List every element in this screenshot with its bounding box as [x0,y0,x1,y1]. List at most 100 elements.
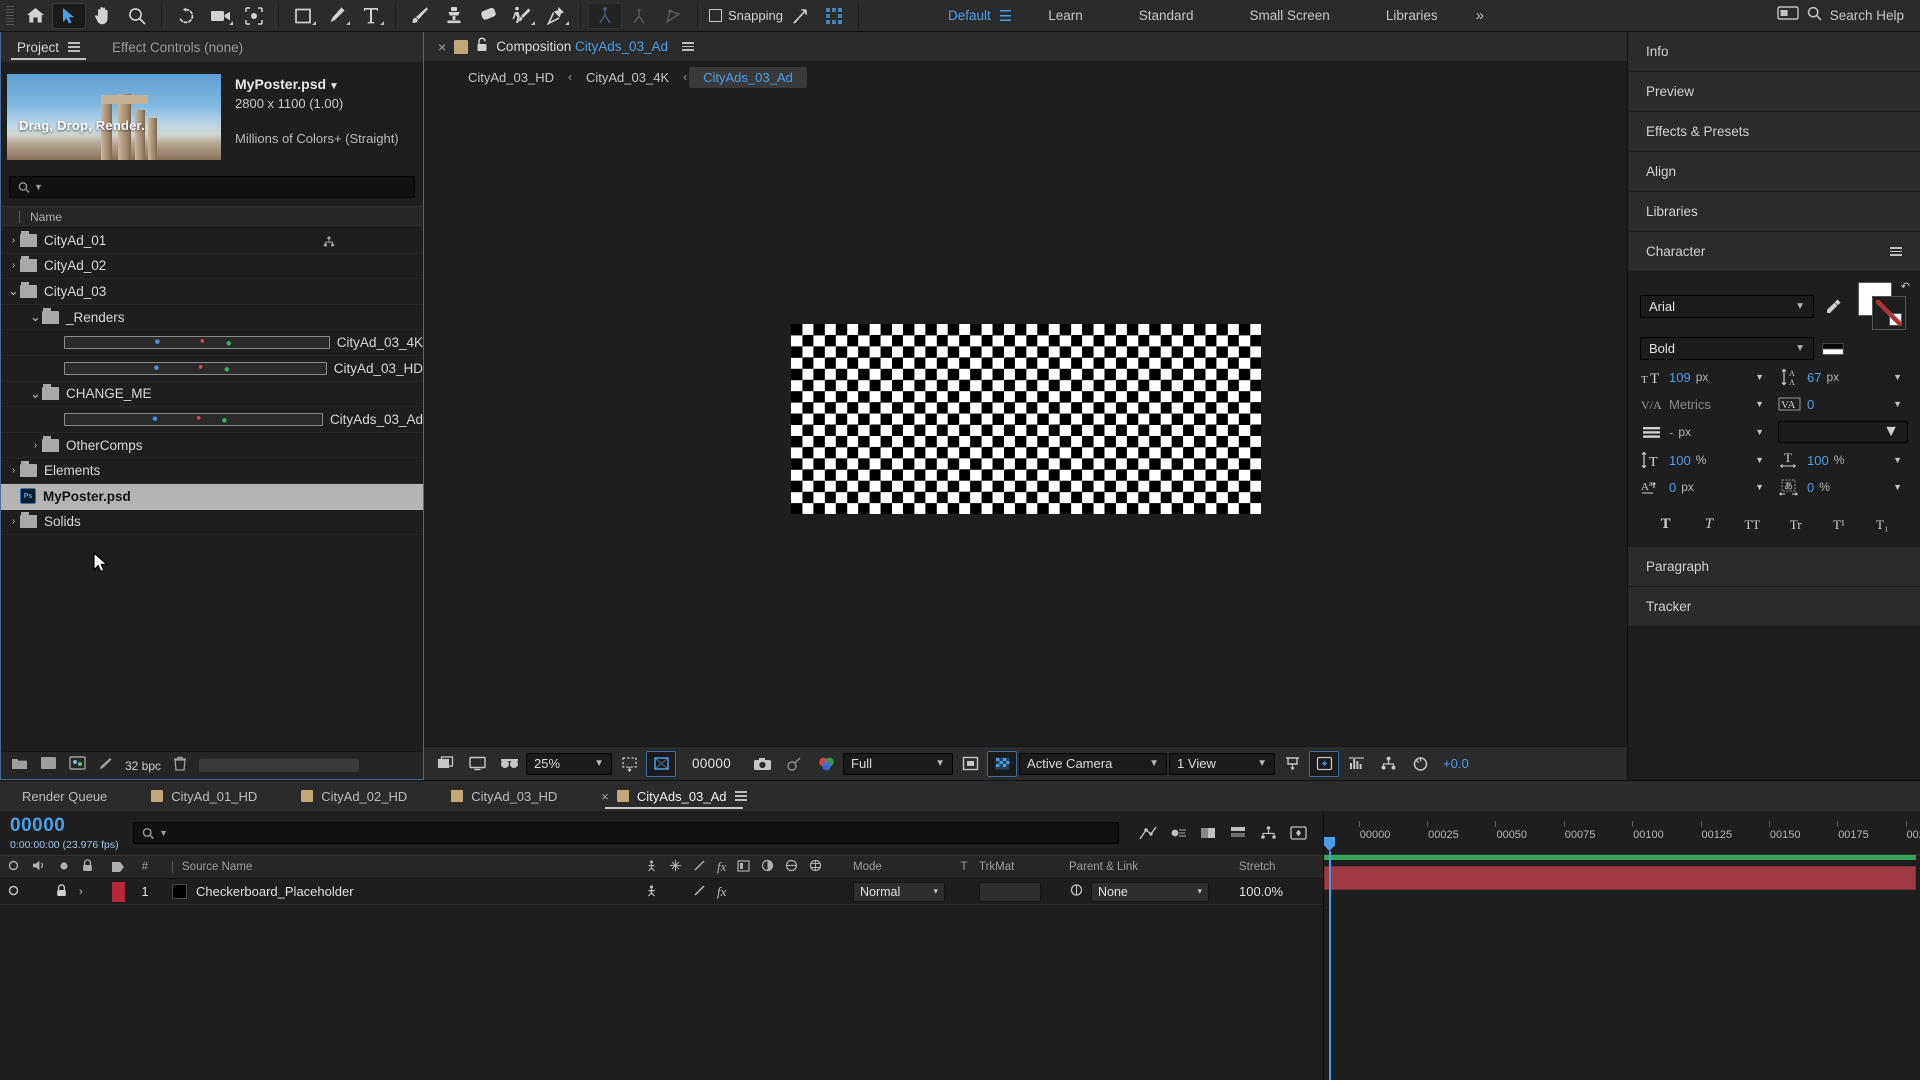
quality-icon[interactable] [693,859,706,875]
lock-icon[interactable] [476,37,488,57]
leading-field[interactable]: AA 67 px ▼ [1778,367,1908,387]
stroke-color-swatch[interactable] [1872,296,1906,330]
tsume-value[interactable]: 0 [1807,480,1814,495]
delete-icon[interactable] [173,756,187,776]
font-style-select[interactable]: Bold ▼ [1640,337,1814,360]
puppet-bend-icon[interactable] [656,3,690,29]
chevron-down-icon[interactable]: ▼ [1893,372,1908,382]
chevron-down-icon[interactable]: ⌄ [29,386,42,402]
small-caps-button[interactable]: Tr [1781,517,1811,533]
exposure-value[interactable]: +0.0 [1437,756,1469,771]
chevron-down-icon[interactable]: ▼ [1755,482,1770,492]
layer-parent-cell[interactable]: None ▾ [1059,879,1227,904]
lock-icon[interactable] [82,859,93,875]
breadcrumb-item-2[interactable]: CityAds_03_Ad [689,66,807,88]
adobe-stock-icon[interactable] [1777,5,1799,26]
chevron-down-icon[interactable]: ⌄ [29,309,42,325]
shy-switch-icon[interactable] [645,884,658,900]
video-visibility-icon[interactable] [7,884,20,900]
project-item-othercomps[interactable]: › OtherComps [1,433,423,459]
chevron-right-icon[interactable]: › [7,465,20,476]
adjustment-layer-icon[interactable] [785,859,798,875]
layer-stretch[interactable]: 100.0% [1227,879,1323,904]
font-size-value[interactable]: 109 [1669,370,1691,385]
new-folder-icon[interactable] [11,756,28,775]
reset-exposure-icon[interactable] [1405,751,1435,777]
tracking-value[interactable]: 0 [1807,397,1814,412]
table-row[interactable]: › 1 Checkerboard_Placeholder fx Normal ▾ None ▾… [0,879,1323,905]
chevron-down-icon[interactable]: ▼ [1893,482,1908,492]
effects-fx-icon[interactable]: fx [717,884,726,900]
baseline-shift-field[interactable]: Aa 0 px ▼ [1640,477,1770,497]
clone-stamp-tool-icon[interactable] [437,3,471,29]
kerning-value[interactable]: Metrics [1669,397,1711,412]
interpret-footage-icon[interactable] [98,756,113,776]
graph-editor-icon[interactable] [1133,820,1163,846]
panel-character-header[interactable]: Character [1628,232,1920,272]
panel-align[interactable]: Align [1628,152,1920,192]
chevron-right-icon[interactable]: › [7,516,20,527]
collapse-transformations-icon[interactable] [669,859,682,875]
tsume-field[interactable]: あ 0 % ▼ [1778,477,1908,497]
column-header-stretch[interactable]: Stretch [1227,856,1323,878]
shy-switch-icon[interactable] [645,859,658,875]
motion-blur-switch-icon[interactable] [761,859,774,875]
selection-tool-icon[interactable] [52,2,86,29]
viewer-monitor-icon[interactable] [462,751,492,777]
current-time-display[interactable]: 00000 0:00:00:00 (23.976 fps) [10,815,119,851]
workspace-menu-icon[interactable]: ☰ [999,7,1012,25]
project-search-input[interactable] [46,180,406,194]
camera-select[interactable]: Active Camera ▼ [1019,752,1168,775]
chevron-down-icon[interactable]: ▼ [1755,455,1770,465]
column-header-trkmat[interactable]: TrkMat [973,856,1059,878]
shy-layers-icon[interactable] [1223,820,1253,846]
show-snapshot-icon[interactable] [779,751,809,777]
breadcrumb-item-1[interactable]: CityAd_03_4K [574,68,681,87]
composition-panel-menu-icon[interactable] [682,40,695,54]
character-panel-menu-icon[interactable] [1890,245,1902,259]
toggle-transparency-icon[interactable] [987,750,1018,777]
timeline-tab-cityad-02-hd[interactable]: CityAd_02_HD [279,781,429,811]
roto-brush-tool-icon[interactable] [505,3,539,29]
histogram-icon[interactable] [1341,751,1371,777]
snapshot-camera-icon[interactable] [747,751,777,777]
chevron-down-icon[interactable]: ▼ [1755,427,1770,437]
camera-tool-icon[interactable] [203,3,237,29]
chevron-down-icon[interactable]: ▼ [1755,372,1770,382]
timeline-tab-cityads-03-ad[interactable]: × CityAds_03_Ad [579,781,768,811]
project-item-solids[interactable]: › Solids [1,510,423,536]
vertical-scale-field[interactable]: T 100 % ▼ [1640,450,1770,470]
stroke-width-field[interactable]: - px ▼ [1640,422,1770,442]
pen-tool-icon[interactable] [320,3,354,29]
work-area-bar[interactable] [1324,855,1916,860]
audio-icon[interactable] [32,859,46,875]
region-of-interest-icon[interactable] [614,751,644,777]
panel-info[interactable]: Info [1628,32,1920,72]
snapping-checkbox[interactable] [709,9,722,22]
column-header-t[interactable]: T [955,856,973,878]
solo-icon[interactable] [58,860,70,875]
timeline-panel-menu-icon[interactable] [734,789,747,803]
chevron-down-icon[interactable]: ⌄ [7,283,20,299]
quality-icon[interactable] [693,884,706,900]
panel-effects-presets[interactable]: Effects & Presets [1628,112,1920,152]
snapping-toggle[interactable]: Snapping [709,8,783,23]
search-icon[interactable] [1807,6,1822,26]
panel-paragraph[interactable]: Paragraph [1628,547,1920,587]
leading-value[interactable]: 67 [1807,370,1821,385]
swap-fill-stroke-icon[interactable]: ↶ [1901,280,1910,293]
fast-previews-icon[interactable] [1309,750,1340,777]
mode-select[interactable]: Normal ▾ [853,881,945,902]
frame-blend-icon[interactable] [1193,820,1223,846]
layer-label-color[interactable] [106,879,130,904]
timeline-search-bar[interactable]: ▼ [132,822,1119,844]
vertical-scale-value[interactable]: 100 [1669,453,1691,468]
timeline-ruler[interactable]: 00000 00025 00050 00075 00100 00125 00150 00175… [1324,811,1920,855]
workspace-overflow-icon[interactable]: » [1476,7,1485,24]
project-search-bar[interactable]: ▼ [9,176,415,198]
project-item-cityad-03-4k[interactable]: CityAd_03_4K [1,330,423,356]
column-header-name[interactable]: Name [20,210,62,224]
project-item-change-me[interactable]: ⌄ CHANGE_ME [1,382,423,408]
stroke-style-select[interactable]: ▼ [1778,421,1908,443]
always-preview-icon[interactable] [430,751,460,777]
